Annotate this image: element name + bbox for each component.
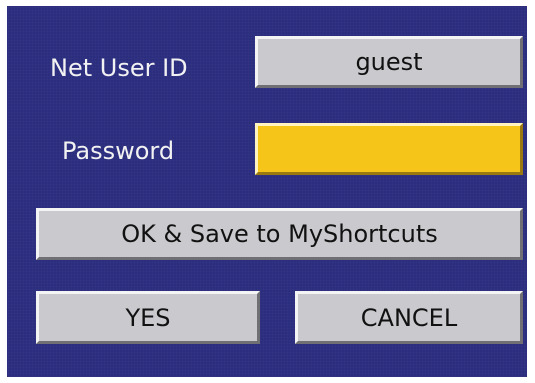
- user-id-field[interactable]: guest: [255, 36, 523, 88]
- user-id-label: Net User ID: [50, 54, 188, 82]
- ok-save-to-myshortcuts-button[interactable]: OK & Save to MyShortcuts: [36, 208, 523, 260]
- yes-button[interactable]: YES: [36, 291, 260, 344]
- login-dialog: Net User ID guest Password OK & Save to …: [7, 6, 527, 377]
- password-label: Password: [62, 137, 175, 165]
- screen: Net User ID guest Password OK & Save to …: [0, 0, 535, 383]
- cancel-button[interactable]: CANCEL: [295, 291, 523, 344]
- password-field[interactable]: [255, 123, 523, 175]
